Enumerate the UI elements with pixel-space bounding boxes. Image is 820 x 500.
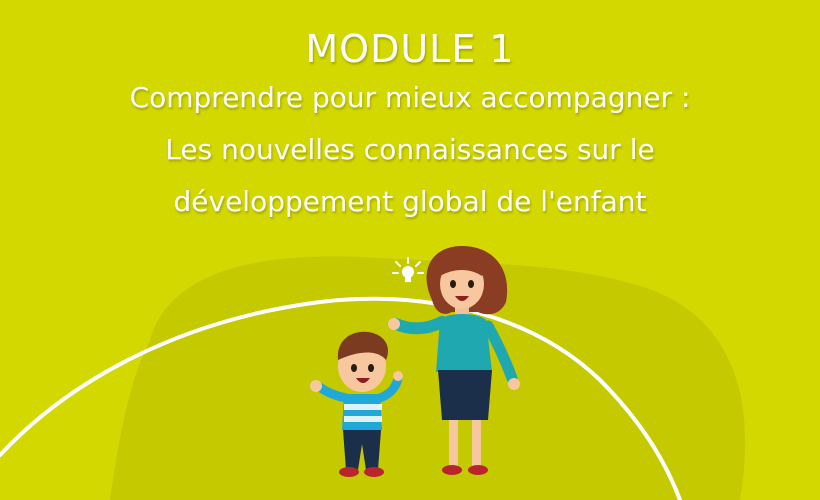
subtitle-line-2: Les nouvelles connaissances sur le [165,133,655,166]
subtitle-line-1: Comprendre pour mieux accompagner : [129,81,691,114]
title-block: MODULE 1 Comprendre pour mieux accompagn… [0,26,820,228]
subtitle-line-3: développement global de l'enfant [173,185,647,218]
module-title: MODULE 1 [305,27,515,71]
subtitle: Comprendre pour mieux accompagner : Les … [0,72,820,228]
hill-shape [110,256,746,500]
